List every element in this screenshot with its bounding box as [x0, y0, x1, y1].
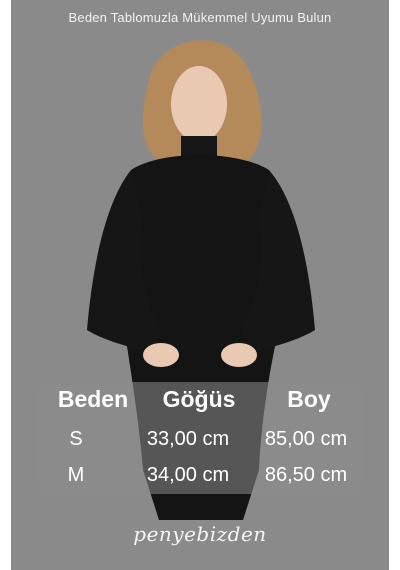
column-header-size: Beden [57, 386, 129, 412]
column-header-length: Boy [287, 386, 331, 412]
row-s-size: S [69, 428, 83, 450]
row-m-chest: 34,00 cm [146, 464, 230, 486]
product-image-frame: Beden Tablomuzla Mükemmel Uyumu Bulun Be… [11, 0, 389, 570]
column-header-chest: Göğüs [162, 386, 236, 412]
row-m-length: 86,50 cm [264, 464, 348, 486]
header-title: Beden Tablomuzla Mükemmel Uyumu Bulun [68, 10, 332, 25]
row-s-length: 85,00 cm [264, 428, 348, 450]
size-chart-table: Beden Göğüs Boy S 33,00 cm 85,00 cm M 34… [37, 382, 363, 494]
brand-logo-text: penyebizden [133, 522, 267, 546]
row-s-chest: 33,00 cm [146, 428, 230, 450]
row-m-size: M [67, 464, 85, 486]
